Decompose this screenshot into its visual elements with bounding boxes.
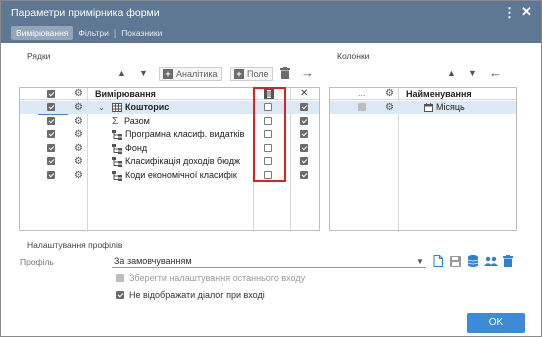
- gear-icon[interactable]: ⚙: [74, 89, 83, 99]
- select-all-checkbox[interactable]: [47, 90, 55, 98]
- gear-icon[interactable]: ⚙: [385, 89, 394, 99]
- profile-select[interactable]: За замовчуванням: [114, 256, 192, 266]
- title-bar: Параметри примірника форми ⋮ ✕ Вимірюван…: [1, 1, 541, 43]
- row-enabled-checkbox[interactable]: [300, 157, 308, 165]
- more-menu-icon[interactable]: ⋮: [503, 5, 516, 21]
- move-right-icon[interactable]: →: [301, 65, 314, 80]
- save-last-label: Зберегти налаштування останнього входу: [129, 273, 306, 283]
- gear-icon[interactable]: ⚙: [74, 171, 83, 181]
- profiles-section-label: Налаштування профілів: [27, 240, 123, 250]
- dialog-window: Параметри примірника форми ⋮ ✕ Вимірюван…: [0, 0, 542, 337]
- columns-move-up-icon[interactable]: ▲: [447, 68, 456, 78]
- hierarchy-icon: [112, 171, 122, 181]
- row-name: Коди економічної класифік: [125, 170, 237, 180]
- name-column-header: Найменування: [406, 89, 472, 99]
- delete-profile-icon[interactable]: [503, 255, 513, 267]
- tab-indicators[interactable]: Показники: [116, 26, 167, 40]
- dimension-column-header: Вимірювання: [95, 89, 156, 99]
- row-visible-checkbox[interactable]: [47, 144, 55, 152]
- add-field-label: Поле: [247, 69, 269, 79]
- profile-select-underline: [112, 267, 426, 268]
- plus-icon: +: [163, 69, 173, 79]
- plus-icon: +: [234, 69, 244, 79]
- sigma-icon: Σ: [112, 116, 119, 127]
- row-enabled-checkbox[interactable]: [300, 171, 308, 179]
- gear-icon[interactable]: ⚙: [74, 117, 83, 127]
- clear-icon[interactable]: ✕: [300, 88, 308, 99]
- hide-dialog-checkbox[interactable]: [116, 291, 124, 299]
- users-icon[interactable]: [484, 256, 498, 266]
- row-name: Класифікація доходів бюдж: [125, 156, 240, 166]
- column-name: Місяць: [436, 102, 465, 112]
- rows-label: Рядки: [27, 51, 51, 61]
- hierarchy-icon: [112, 130, 122, 140]
- gear-icon[interactable]: ⚙: [74, 144, 83, 154]
- save-icon[interactable]: [450, 256, 461, 267]
- table-row[interactable]: ⚙ Місяць: [330, 101, 516, 114]
- hide-dialog-label: Не відображати діалог при вході: [129, 290, 265, 300]
- row-name: Програмна класиф. видатків: [125, 129, 245, 139]
- row-name: Фонд: [125, 143, 148, 153]
- close-icon[interactable]: ✕: [521, 4, 532, 20]
- save-last-checkbox[interactable]: [116, 274, 124, 282]
- columns-move-down-icon[interactable]: ▼: [468, 68, 477, 78]
- highlight-box: [253, 87, 286, 182]
- tab-bar: Вимірювання Фільтри | Показники: [11, 26, 167, 40]
- dialog-title: Параметри примірника форми: [11, 7, 160, 19]
- table-icon: [112, 103, 122, 112]
- add-field-button[interactable]: + Поле: [230, 67, 273, 81]
- add-analytics-label: Аналітика: [176, 69, 218, 79]
- columns-grid-header: ... ⚙ Найменування: [330, 88, 516, 100]
- columns-grid: ... ⚙ Найменування ⚙ Місяць: [329, 87, 517, 232]
- delete-icon[interactable]: [280, 67, 290, 79]
- row-name: Кошторис: [125, 102, 170, 112]
- row-visible-checkbox[interactable]: [47, 103, 55, 111]
- tab-filters[interactable]: Фільтри: [73, 26, 113, 40]
- column-visible-checkbox[interactable]: [358, 103, 366, 111]
- chevron-down-icon[interactable]: ⌄: [98, 103, 105, 112]
- dropdown-arrow-icon[interactable]: ▼: [416, 257, 424, 266]
- ok-button[interactable]: OK: [467, 313, 525, 333]
- database-icon[interactable]: [468, 255, 478, 267]
- row-visible-checkbox[interactable]: [47, 117, 55, 125]
- columns-dots-label: ...: [358, 88, 366, 98]
- row-name: Разом: [124, 116, 150, 126]
- gear-icon[interactable]: ⚙: [385, 103, 394, 113]
- row-enabled-checkbox[interactable]: [300, 117, 308, 125]
- new-profile-icon[interactable]: [433, 255, 443, 267]
- tab-dimensions[interactable]: Вимірювання: [11, 26, 74, 40]
- hierarchy-icon: [112, 144, 122, 154]
- gear-icon[interactable]: ⚙: [74, 130, 83, 140]
- gear-icon[interactable]: ⚙: [74, 157, 83, 167]
- hierarchy-icon: [112, 157, 122, 167]
- profile-label: Профіль: [20, 257, 54, 267]
- move-up-icon[interactable]: ▲: [117, 68, 126, 78]
- row-visible-checkbox[interactable]: [47, 130, 55, 138]
- columns-label: Колонки: [337, 51, 370, 61]
- row-visible-checkbox[interactable]: [47, 171, 55, 179]
- calendar-icon: [424, 103, 433, 112]
- row-enabled-checkbox[interactable]: [300, 130, 308, 138]
- row-enabled-checkbox[interactable]: [300, 144, 308, 152]
- row-enabled-checkbox[interactable]: [300, 103, 308, 111]
- gear-icon[interactable]: ⚙: [74, 103, 83, 113]
- move-down-icon[interactable]: ▼: [139, 68, 148, 78]
- add-analytics-button[interactable]: + Аналітика: [159, 67, 222, 81]
- row-visible-checkbox[interactable]: [47, 157, 55, 165]
- move-left-icon[interactable]: ←: [489, 65, 502, 80]
